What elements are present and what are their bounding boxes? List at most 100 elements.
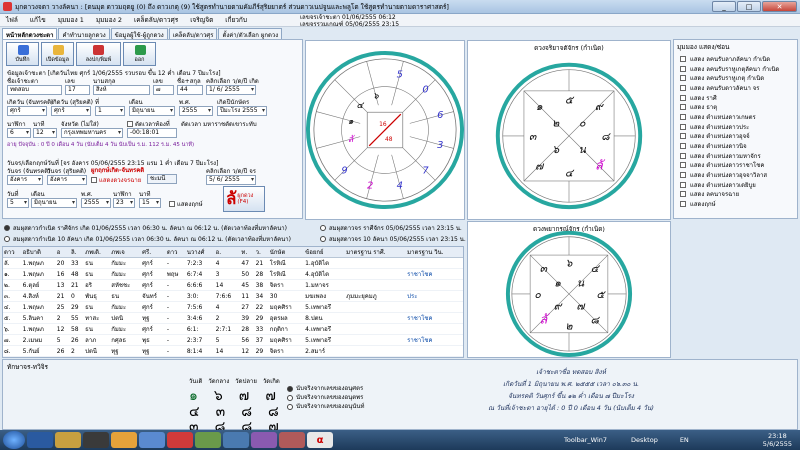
mnum-select[interactable]: 1 [95,106,125,116]
col-header[interactable]: อ. [214,247,241,258]
col-header[interactable]: ดาว [3,247,22,258]
tz-checkbox[interactable] [127,121,133,127]
checkbox[interactable] [680,84,686,91]
radio-dot[interactable] [287,394,293,401]
surname-field[interactable]: สิงห์ [93,85,150,95]
tab-main[interactable]: หน้าหลักดวงชะตา [2,28,58,39]
open-button[interactable]: เปิดข้อมูล [41,42,74,66]
r4-show-check[interactable]: แสดงฤกษ์ [169,199,203,209]
lang-indicator[interactable]: EN [680,436,689,444]
tab-userdata[interactable]: ข้อมูลผู้ใช้-ผู้ถูกดวง [110,28,168,39]
taskbar-app-icon[interactable] [139,432,165,448]
zodiac-select[interactable]: ปีมะโรง 2555 [217,106,267,116]
table-row[interactable]: ๘. 5.กันย์ 26 2 ปตนี ทุฐ ทุฐ -8:1:4 14 12 29 จิตรา 2… [3,345,463,357]
view-option[interactable]: แสดง ลคนรับราหูเกตุลัคนา กำเนิด [674,64,797,74]
transit-dayth-select[interactable]: อังคาร [47,175,87,185]
r4-minute-select[interactable]: 15 [139,198,161,208]
view-option[interactable]: แสดง ลคนาจรฉาย [674,190,797,200]
checkbox[interactable] [680,55,686,62]
clock[interactable]: 23:18 5/6/2555 [763,432,792,448]
menu-view2[interactable]: มุมมอง 2 [90,15,128,25]
year-select[interactable]: 2555 [179,106,213,116]
close-button[interactable]: ✕ [762,1,797,12]
checkbox[interactable] [680,113,686,120]
radio-dot[interactable] [320,225,326,231]
table-row[interactable]: ๙.7.วิชิก1023พันธุกศุลธพุธ-5:0:244436อนุ… [3,356,463,357]
col-header[interactable]: อ [55,247,70,258]
toolbar-win7[interactable]: Toolbar_Win7 [564,436,607,444]
calculate-button[interactable]: ลั ผูกดวง (F4) [223,186,265,212]
age-field[interactable]: 17 [65,85,90,95]
view-option[interactable]: แสดง ตำแหน่งดาวเดยิบูย [674,180,797,190]
col-header[interactable]: นักษัต [268,247,305,258]
col-header[interactable]: ศรี. [141,247,166,258]
checkbox[interactable] [680,181,686,188]
table-row[interactable]: ๔. 1.พฤษภ 25 29 ธน กัมมะ ศุกร์ -7:5:6 4 27 22 มฤคศิ… [3,301,463,313]
r4-year-select[interactable]: 2555 [81,198,111,208]
tab-settings[interactable]: ตั้งค่า/ตัวเลือก ผูกดวง [218,28,283,39]
radio-dot[interactable] [320,236,326,242]
menu-edit[interactable]: แก้ไข [24,15,52,25]
view-option[interactable]: แสดงฤกษ์ [674,199,797,209]
radio-dot[interactable] [287,385,293,392]
taskbar-app2-icon[interactable] [167,432,193,448]
checkbox[interactable] [680,172,686,179]
table-row[interactable]: ๒. 6.ตุลย์ 13 21 อริ สหัชชะ ศุกร์ -6:6:6 14 45 38 จ… [3,279,463,291]
menu-meditate[interactable]: เจริญจิต [184,15,219,25]
view-option[interactable]: แสดง ราศี [674,93,797,103]
col-header[interactable]: ภพเจ [110,247,142,258]
hour-select[interactable]: 6 [7,128,31,138]
save-button[interactable]: บันทึก [6,42,39,66]
col-header[interactable]: นวางศ์ [185,247,215,258]
menu-about[interactable]: เกี่ยวกับ [219,15,253,25]
checkbox[interactable] [680,75,686,82]
table-row[interactable]: ๕. 5.ลินคา 2 55 ทาสะ ปตนิ ทุฐ -3:4:6 2 39 29 อุตรผล… [3,312,463,324]
view-option[interactable]: แสดง ลคนรับลาภลัคนา กำเนิด [674,54,797,64]
view-option[interactable]: แสดง ตำแหน่งดาวอุจจาวิลาส [674,170,797,180]
radio-dot[interactable] [4,236,10,242]
nick-field[interactable]: ๗ [153,85,174,95]
minimize-button[interactable]: _ [712,1,736,12]
transit-checkbox[interactable] [91,177,97,183]
province-select[interactable]: กรุงเทพมหานคร [61,128,123,138]
taskbar-app6-icon[interactable] [279,432,305,448]
taskbar-app4-icon[interactable] [223,432,249,448]
col-header[interactable]: ภพเดิ. [84,247,111,258]
view-option[interactable]: แสดง ตำแหน่งดาวราชาโชค [674,161,797,171]
r4-day-select[interactable]: 5 [7,198,29,208]
taskbar-astro-icon[interactable]: α [307,432,333,448]
view-option[interactable]: แสดง ลคนรับราหูเกตุ กำเนิด [674,73,797,83]
checkbox[interactable] [680,201,686,208]
taksa-opt-0[interactable]: นับจริงจากเลขของอนุศตร [287,384,364,393]
radio-natal-10[interactable]: สมผุสดาวกำเนิด 10 ลัคนา เกิด 01/06/2555 … [4,234,291,244]
col-header[interactable]: ดาว [165,247,186,258]
menu-tips[interactable]: เคล็ดลับ/ดาวศุร [128,15,184,25]
r4-checkbox[interactable] [169,201,175,207]
col-header[interactable]: ท. [240,247,255,258]
tz-field[interactable]: -00:18:01 [127,128,177,138]
today-button[interactable]: ชะมนี [147,174,177,184]
tab-tips[interactable]: เคล็ดลับ/ดาวศุร [168,28,218,39]
menu-file[interactable]: ไฟล์ [0,15,24,25]
print-button[interactable]: ลงปก/พิมพ์ [76,42,121,66]
transit-day-select[interactable]: อังคาร [7,175,43,185]
checkbox[interactable] [680,94,686,101]
menu-view1[interactable]: มุมมอง 1 [52,15,90,25]
dayth-select[interactable]: ศุกร์ [51,106,91,116]
taskbar-chrome-icon[interactable] [111,432,137,448]
transit-show-check[interactable]: แสดงดวงจรฉาย [91,175,141,185]
view-option[interactable]: แสดง ตำแหน่งดาวนิจ [674,141,797,151]
checkbox[interactable] [680,104,686,111]
table-row[interactable]: ๗. 2.เมษม 5 26 ลาภ กศุลธ พุธ -2:3:7 5 56 37 มฤคศิรา… [3,334,463,346]
col-header[interactable]: อธิบาติ [21,247,56,258]
start-button[interactable] [3,431,25,449]
table-row[interactable]: ๖. 1.พฤษภ 12 58 ธน กัมมะ ศุกร์ -6:1: 2:7:1 28 33 กฤ… [3,323,463,335]
col-header[interactable]: ลิ. [69,247,85,258]
col-header[interactable]: ข้อยกย์ [304,247,346,258]
view-option[interactable]: แสดง ตำแหน่งดาวเกษตร [674,112,797,122]
exit-button[interactable]: ออก [123,42,156,66]
day-select[interactable]: ศุกร์ [7,106,47,116]
minute-select[interactable]: 12 [33,128,57,138]
checkbox[interactable] [680,152,686,159]
tab-prediction[interactable]: คำทำนายลูกดวง [58,28,110,39]
